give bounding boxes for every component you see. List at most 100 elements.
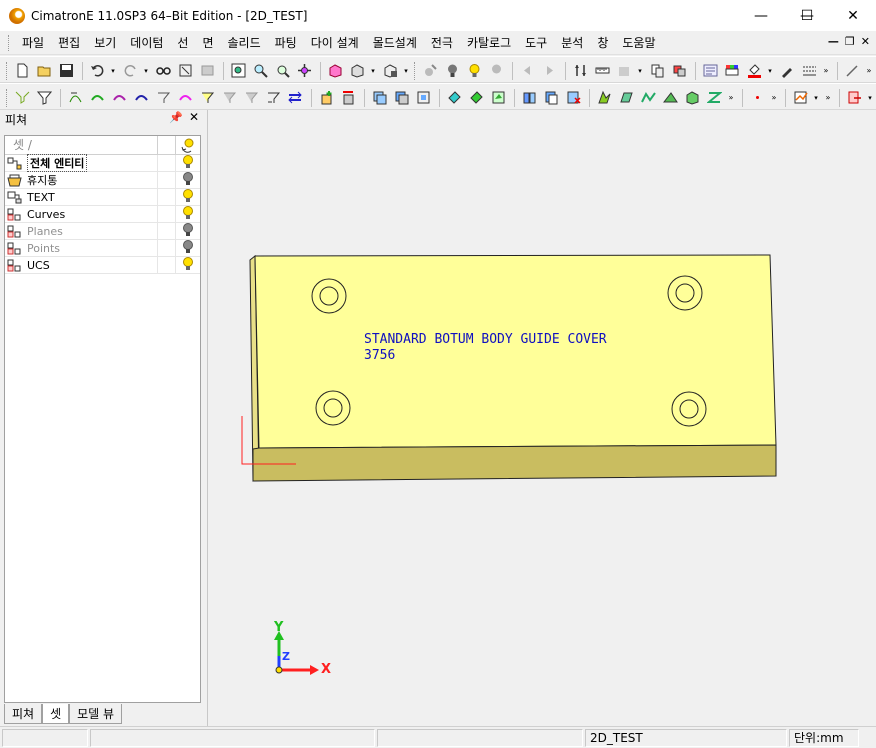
- tree-row-name[interactable]: Points: [5, 239, 158, 257]
- render-dropdown[interactable]: ▾: [402, 61, 410, 81]
- tree-row-name[interactable]: Planes: [5, 222, 158, 240]
- solid-tool-2-button[interactable]: [338, 88, 358, 108]
- book-tool-3-button[interactable]: [563, 88, 583, 108]
- new-file-button[interactable]: [12, 61, 32, 81]
- tree-row[interactable]: TEXT: [5, 188, 200, 206]
- visibility-toggle[interactable]: [176, 222, 200, 240]
- filter-pick-button[interactable]: [12, 88, 32, 108]
- pick-button[interactable]: [175, 61, 195, 81]
- menu-catalog[interactable]: 카탈로그: [460, 33, 518, 53]
- toolbar-more-4[interactable]: »: [769, 88, 779, 108]
- save-button[interactable]: [56, 61, 76, 81]
- zoom-dynamic-button[interactable]: [272, 61, 292, 81]
- part-front-face[interactable]: [252, 444, 777, 482]
- menu-file[interactable]: 파일: [15, 33, 51, 53]
- curve-tool-7-button[interactable]: [197, 88, 217, 108]
- surface-tool-1-button[interactable]: [369, 88, 389, 108]
- curve-tool-1-button[interactable]: [65, 88, 85, 108]
- menu-solid[interactable]: 솔리드: [221, 33, 268, 53]
- menu-window[interactable]: 창: [590, 33, 615, 53]
- menu-die-design[interactable]: 다이 설계: [304, 33, 366, 53]
- menu-parting[interactable]: 파팅: [268, 33, 304, 53]
- pin-icon[interactable]: 📌: [169, 111, 183, 124]
- curve-tool-10-button[interactable]: [263, 88, 283, 108]
- book-tool-2-button[interactable]: [541, 88, 561, 108]
- tree-row[interactable]: Curves: [5, 205, 200, 223]
- open-file-button[interactable]: [34, 61, 54, 81]
- curve-tool-8-button[interactable]: [219, 88, 239, 108]
- undo-button[interactable]: [87, 61, 107, 81]
- part-text-line-2[interactable]: 3756: [364, 348, 395, 363]
- export-button[interactable]: [844, 88, 864, 108]
- visibility-column-header[interactable]: [176, 136, 200, 154]
- line-style-button[interactable]: [799, 61, 819, 81]
- swap-button[interactable]: [285, 88, 305, 108]
- layer-button[interactable]: [647, 61, 667, 81]
- menu-tools[interactable]: 도구: [518, 33, 554, 53]
- menu-mold-design[interactable]: 몰드설계: [366, 33, 424, 53]
- back-button[interactable]: [517, 61, 537, 81]
- minimize-button-glyph[interactable]: —: [738, 0, 784, 31]
- measure-button[interactable]: [592, 61, 612, 81]
- toolbar-more-5[interactable]: »: [823, 88, 833, 108]
- pen-button[interactable]: [842, 61, 862, 81]
- maximize-button[interactable]: ☐: [784, 0, 830, 31]
- tree-row[interactable]: UCS: [5, 256, 200, 274]
- tree-row-name[interactable]: 전체 엔티티: [5, 154, 158, 172]
- shape-tool-2-button[interactable]: [616, 88, 636, 108]
- toolbar-grip[interactable]: [6, 88, 9, 107]
- properties-button[interactable]: [700, 61, 720, 81]
- face-tool-3-button[interactable]: [488, 88, 508, 108]
- shape-tool-5-button[interactable]: [682, 88, 702, 108]
- menu-datum[interactable]: 데이텀: [123, 33, 170, 53]
- curve-tool-4-button[interactable]: [131, 88, 151, 108]
- sort-button[interactable]: [570, 61, 590, 81]
- menu-edit[interactable]: 편집: [51, 33, 87, 53]
- visibility-toggle[interactable]: [176, 256, 200, 274]
- grid-tool-dropdown[interactable]: ▾: [636, 61, 644, 81]
- shading-button[interactable]: [347, 61, 367, 81]
- model-canvas[interactable]: STANDARD BOTUM BODY GUIDE COVER 3756 Y X…: [208, 110, 876, 726]
- render-mode-button[interactable]: [380, 61, 400, 81]
- tree-row-name[interactable]: Curves: [5, 205, 158, 223]
- visibility-toggle[interactable]: [176, 188, 200, 206]
- menu-face[interactable]: 면: [195, 33, 220, 53]
- graphics-viewport[interactable]: STANDARD BOTUM BODY GUIDE COVER 3756 Y X…: [207, 110, 876, 726]
- face-tool-2-button[interactable]: [466, 88, 486, 108]
- part-top-face[interactable]: [254, 254, 777, 449]
- shape-tool-1-button[interactable]: [594, 88, 614, 108]
- pan-button[interactable]: [294, 61, 314, 81]
- tree-row-name[interactable]: UCS: [5, 256, 158, 274]
- eyedropper-button[interactable]: [777, 61, 797, 81]
- tree-row-name[interactable]: 휴지통: [5, 171, 158, 189]
- sketch-button[interactable]: [790, 88, 810, 108]
- part-text-line-1[interactable]: STANDARD BOTUM BODY GUIDE COVER: [364, 332, 607, 347]
- show-bulb-button[interactable]: [442, 61, 462, 81]
- view-glasses-button[interactable]: [153, 61, 173, 81]
- solid-tool-1-button[interactable]: [316, 88, 336, 108]
- point-button[interactable]: [747, 88, 767, 108]
- hide-bulb-button[interactable]: [486, 61, 506, 81]
- surface-tool-3-button[interactable]: [413, 88, 433, 108]
- tree-row[interactable]: Points: [5, 239, 200, 257]
- mdi-minimize-button[interactable]: —: [828, 35, 839, 48]
- shading-dropdown[interactable]: ▾: [369, 61, 377, 81]
- toolbar-more-3[interactable]: »: [726, 88, 736, 108]
- tree-row[interactable]: 전체 엔티티: [5, 154, 200, 172]
- tree-row[interactable]: 휴지통: [5, 171, 200, 189]
- visibility-toggle[interactable]: [176, 154, 200, 172]
- tree-row-name[interactable]: TEXT: [5, 188, 158, 206]
- mdi-close-button[interactable]: ✕: [861, 35, 870, 48]
- toolbar-more-2[interactable]: »: [864, 61, 874, 81]
- set-column-header[interactable]: 셋 /: [5, 136, 158, 154]
- visibility-toggle[interactable]: [176, 171, 200, 189]
- visibility-toggle[interactable]: [176, 205, 200, 223]
- grid-tool-button[interactable]: [614, 61, 634, 81]
- shape-tool-3-button[interactable]: [638, 88, 658, 108]
- tab-model-view[interactable]: 모델 뷰: [69, 704, 123, 724]
- menu-help[interactable]: 도움말: [615, 33, 662, 53]
- curve-tool-9-button[interactable]: [241, 88, 261, 108]
- book-tool-1-button[interactable]: [519, 88, 539, 108]
- curve-tool-2-button[interactable]: [87, 88, 107, 108]
- fill-color-button[interactable]: [744, 61, 764, 81]
